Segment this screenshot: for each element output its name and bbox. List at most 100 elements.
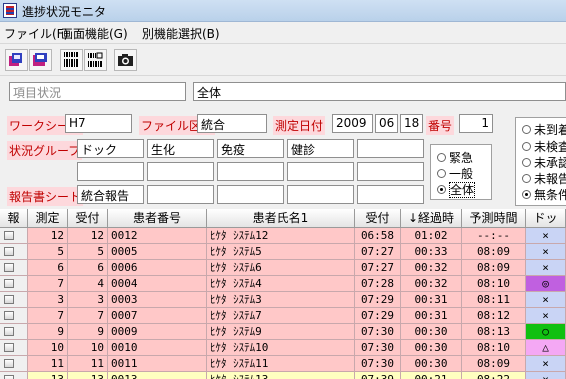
group-field-1[interactable]: ドック [77, 139, 144, 158]
group-field-3[interactable]: 免疫 [217, 139, 284, 158]
report-checkbox[interactable] [0, 356, 28, 372]
toolbar-button-barcode-print[interactable] [60, 49, 83, 71]
column-header-elapsed[interactable]: ↓経過時 [401, 209, 462, 228]
table-row[interactable]: 13130013ﾋｹﾀ ｼｽﾃﾑ1307:3900:2108:22× [0, 372, 566, 379]
elapsed-cell: 00:31 [401, 292, 462, 308]
patient-id-cell: 0003 [108, 292, 207, 308]
group-field-9[interactable] [287, 162, 354, 181]
report-checkbox[interactable] [0, 260, 28, 276]
table-row[interactable]: 3 3 0003 ﾋｹﾀ ｼｽﾃﾑ3 07:29 00:31 08:11 × [0, 292, 566, 308]
dock-status-cell: × [526, 244, 566, 260]
radio-unconditional[interactable]: 無条件 [522, 186, 566, 203]
dock-status-cell: × [526, 308, 566, 324]
column-header-reception-time[interactable]: 受付 [355, 209, 401, 228]
report-extra-field-1[interactable] [147, 185, 214, 204]
date-day-field[interactable]: 18 [400, 114, 423, 133]
column-header-patient-id[interactable]: 患者番号 [108, 209, 207, 228]
measure-cell: 7 [28, 276, 68, 292]
column-header-predicted[interactable]: 予測時間 [462, 209, 526, 228]
report-checkbox-box[interactable] [4, 327, 14, 336]
column-header-reception[interactable]: 受付 [68, 209, 108, 228]
title-bar: 進捗状況モニタ [0, 0, 566, 22]
column-header-measure[interactable]: 測定 [28, 209, 68, 228]
report-checkbox-box[interactable] [4, 295, 14, 304]
elapsed-cell: 00:30 [401, 356, 462, 372]
report-checkbox-box[interactable] [4, 359, 14, 368]
radio-not-arrived[interactable]: 未到着 [522, 121, 566, 138]
toolbar-button-1[interactable] [5, 49, 28, 71]
report-checkbox-box[interactable] [4, 231, 14, 240]
toolbar-button-barcode-read[interactable] [84, 49, 107, 71]
table-row[interactable]: 7 7 0007 ﾋｹﾀ ｼｽﾃﾑ7 07:29 00:31 08:12 × [0, 308, 566, 324]
report-checkbox-box[interactable] [4, 247, 14, 256]
report-checkbox[interactable] [0, 372, 28, 379]
report-checkbox[interactable] [0, 292, 28, 308]
group-field-5[interactable] [357, 139, 424, 158]
radio-not-reported[interactable]: 未報告 [522, 170, 566, 187]
item-status-value[interactable]: 全体 [193, 82, 566, 101]
radio-urgent[interactable]: 緊急 [437, 149, 473, 166]
column-header-patient-name[interactable]: 患者氏名1 [207, 209, 355, 228]
table-row[interactable]: 6 6 0006 ﾋｹﾀ ｼｽﾃﾑ6 07:27 00:32 08:09 × [0, 260, 566, 276]
number-field[interactable]: 1 [459, 114, 493, 133]
predicted-cell: 08:10 [462, 340, 526, 356]
patient-name-cell: ﾋｹﾀ ｼｽﾃﾑ9 [207, 324, 355, 340]
table-row[interactable]: 7 4 0004 ﾋｹﾀ ｼｽﾃﾑ4 07:28 00:32 08:10 ◎ [0, 276, 566, 292]
reception-cell: 13 [68, 372, 108, 379]
dock-status-cell: ○ [526, 324, 566, 340]
report-checkbox-box[interactable] [4, 311, 14, 320]
report-checkbox[interactable] [0, 276, 28, 292]
report-checkbox-box[interactable] [4, 279, 14, 288]
report-sheet-field[interactable]: 統合報告 [77, 185, 144, 204]
report-checkbox[interactable] [0, 308, 28, 324]
reception-cell: 5 [68, 244, 108, 260]
table-row[interactable]: 11 11 0011 ﾋｹﾀ ｼｽﾃﾑ11 07:30 00:30 08:09 × [0, 356, 566, 372]
reception-cell: 4 [68, 276, 108, 292]
group-field-10[interactable] [357, 162, 424, 181]
date-month-field[interactable]: 06 [375, 114, 398, 133]
reception-cell: 7 [68, 308, 108, 324]
radio-dot-selected [437, 185, 446, 194]
radio-normal[interactable]: 一般 [437, 165, 473, 182]
menu-file[interactable]: ファイル(F) [4, 25, 68, 42]
toolbar-button-camera[interactable] [114, 49, 137, 71]
column-header-dock[interactable]: ドッ [526, 209, 566, 228]
group-field-2[interactable]: 生化 [147, 139, 214, 158]
group-field-6[interactable] [77, 162, 144, 181]
report-extra-field-2[interactable] [217, 185, 284, 204]
radio-not-tested[interactable]: 未検査 [522, 138, 566, 155]
report-checkbox-box[interactable] [4, 375, 14, 379]
table-row[interactable]: 5 5 0005 ﾋｹﾀ ｼｽﾃﾑ5 07:27 00:33 08:09 × [0, 244, 566, 260]
toolbar-button-2[interactable] [29, 49, 52, 71]
file-class-field[interactable]: 統合 [197, 114, 267, 133]
table-row[interactable]: 12 12 0012 ﾋｹﾀ ｼｽﾃﾑ12 06:58 01:02 --:-- × [0, 228, 566, 244]
report-extra-field-4[interactable] [357, 185, 424, 204]
number-label: 番号 [426, 116, 455, 135]
report-checkbox[interactable] [0, 340, 28, 356]
column-header-report[interactable]: 報 [0, 209, 28, 228]
patient-name-cell: ﾋｹﾀ ｼｽﾃﾑ4 [207, 276, 355, 292]
report-checkbox-box[interactable] [4, 263, 14, 272]
menu-screen-function[interactable]: 画面機能(G) [61, 25, 128, 42]
menu-bar: ファイル(F) 画面機能(G) 別機能選択(B) [0, 22, 566, 42]
worksheet-field[interactable]: H7 [65, 114, 132, 133]
report-checkbox[interactable] [0, 228, 28, 244]
table-row[interactable]: 10 10 0010 ﾋｹﾀ ｼｽﾃﾑ10 07:30 00:30 08:10 △ [0, 340, 566, 356]
table-row[interactable]: 9 9 0009 ﾋｹﾀ ｼｽﾃﾑ9 07:30 00:30 08:13 ○ [0, 324, 566, 340]
radio-all[interactable]: 全体 [437, 181, 476, 198]
date-year-field[interactable]: 2009 [332, 114, 373, 133]
elapsed-cell: 00:31 [401, 308, 462, 324]
report-checkbox[interactable] [0, 244, 28, 260]
group-field-4[interactable]: 健診 [287, 139, 354, 158]
radio-not-approved[interactable]: 未承認 [522, 154, 566, 171]
reception-time-cell: 07:29 [355, 308, 401, 324]
menu-other-function[interactable]: 別機能選択(B) [142, 25, 220, 42]
group-field-7[interactable] [147, 162, 214, 181]
report-checkbox-box[interactable] [4, 343, 14, 352]
cup-icon [33, 53, 47, 66]
report-checkbox[interactable] [0, 324, 28, 340]
report-extra-field-3[interactable] [287, 185, 354, 204]
patient-name-cell: ﾋｹﾀ ｼｽﾃﾑ5 [207, 244, 355, 260]
group-field-8[interactable] [217, 162, 284, 181]
app-icon [3, 3, 17, 18]
